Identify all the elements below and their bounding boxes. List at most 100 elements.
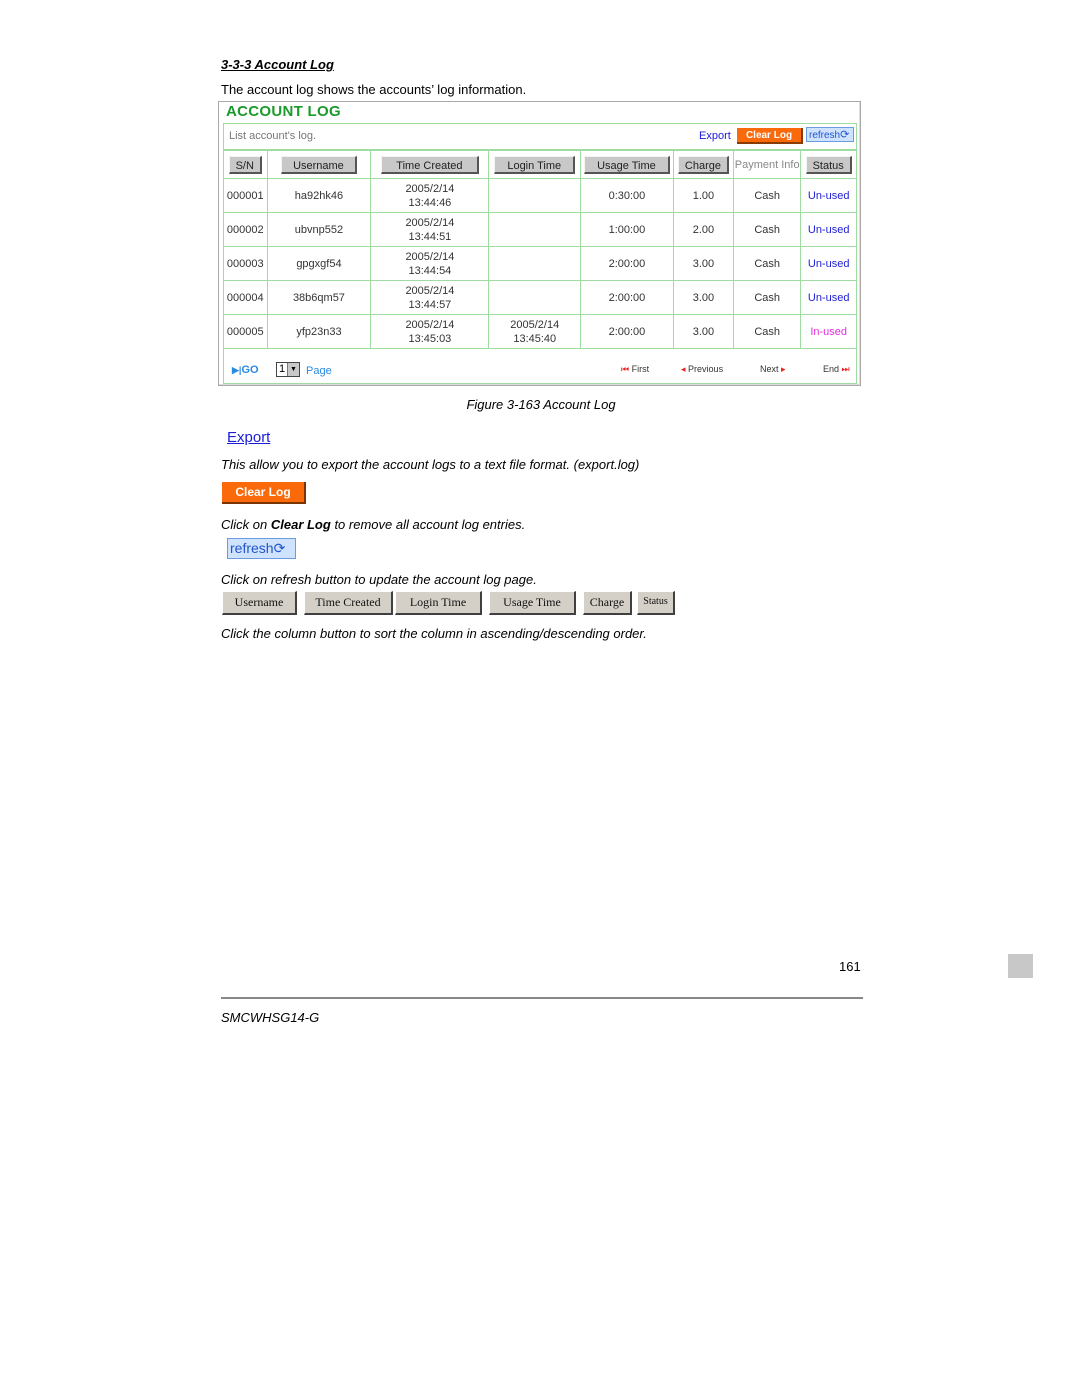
previous-page-link[interactable]: ◂ Previous — [681, 364, 723, 375]
end-label: End — [823, 364, 840, 374]
cell-sn: 000002 — [224, 212, 268, 247]
cell-status[interactable]: Un-used — [800, 246, 856, 281]
cell-login-time: 2005/2/14 13:45:40 — [488, 314, 582, 349]
cell-payment: Cash — [733, 246, 802, 281]
sort-login-time-button[interactable]: Login Time — [494, 155, 576, 174]
cell-charge: 2.00 — [672, 212, 735, 247]
created-time: 13:45:03 — [408, 332, 452, 345]
cell-usage-time: 0:30:00 — [580, 178, 674, 213]
cell-charge: 1.00 — [672, 178, 735, 213]
table-row: 000003 gpgxgf54 2005/2/14 13:44:54 2:00:0… — [224, 246, 856, 281]
sort-usage-time-button[interactable]: Usage Time — [584, 155, 670, 174]
page-number: 161 — [839, 959, 861, 974]
previous-icon: ◂ — [681, 364, 686, 374]
export-description: This allow you to export the account log… — [221, 457, 640, 472]
refresh-button-example[interactable]: refresh⟳ — [227, 538, 296, 559]
created-time: 13:44:51 — [408, 230, 452, 243]
created-time: 13:44:54 — [408, 264, 452, 277]
cell-username: 38b6qm57 — [266, 280, 372, 315]
page-select[interactable]: 1 ▼ — [276, 362, 300, 377]
sort-charge-button[interactable]: Charge — [677, 155, 729, 174]
page-label: Page — [306, 365, 332, 377]
sort-username-example[interactable]: Username — [222, 591, 297, 615]
cell-sn: 000003 — [224, 246, 268, 281]
cell-sn: 000004 — [224, 280, 268, 315]
cell-status[interactable]: Un-used — [800, 280, 856, 315]
cell-charge: 3.00 — [672, 314, 735, 349]
dropdown-arrow-icon: ▼ — [287, 363, 299, 376]
export-link-example[interactable]: Export — [227, 429, 270, 446]
created-date: 2005/2/14 — [405, 318, 455, 331]
sort-username-button[interactable]: Username — [281, 155, 357, 174]
intro-text: The account log shows the accounts’ log … — [221, 82, 527, 97]
clear-desc-suffix: to remove all account log entries. — [330, 517, 526, 532]
export-link[interactable]: Export — [699, 130, 731, 142]
cell-usage-time: 2:00:00 — [580, 246, 674, 281]
side-tab-marker — [1008, 954, 1033, 978]
created-date: 2005/2/14 — [405, 182, 455, 195]
clear-log-description: Click on Clear Log to remove all account… — [221, 517, 525, 532]
cell-payment: Cash — [733, 212, 802, 247]
sort-sn-button[interactable]: S/N — [228, 155, 262, 174]
pager: ▶|GO 1 ▼ Page ⏮ First ◂ Previous Next ▸ E… — [224, 358, 856, 383]
table-header-row: S/N Username Time Created Login Time Usa… — [224, 150, 856, 179]
first-icon: ⏮ — [621, 364, 630, 374]
cell-payment: Cash — [733, 314, 802, 349]
cell-status[interactable]: In-used — [800, 314, 856, 349]
table-row: 000004 38b6qm57 2005/2/14 13:44:57 2:00:0… — [224, 280, 856, 315]
created-time: 13:44:57 — [408, 298, 452, 311]
cell-time-created: 2005/2/14 13:44:54 — [370, 246, 490, 281]
toolbar-description: List account's log. — [229, 130, 317, 142]
sort-usage-time-example[interactable]: Usage Time — [489, 591, 576, 615]
cell-status[interactable]: Un-used — [800, 212, 856, 247]
refresh-icon: ⟳ — [273, 540, 286, 556]
cell-charge: 3.00 — [672, 280, 735, 315]
sort-description: Click the column button to sort the colu… — [221, 626, 647, 641]
payment-info-header: Payment Info — [734, 158, 800, 171]
created-date: 2005/2/14 — [405, 216, 455, 229]
end-page-link[interactable]: End ⏭ — [823, 364, 850, 375]
sort-status-button[interactable]: Status — [805, 155, 852, 174]
login-date: 2005/2/14 — [510, 318, 560, 331]
previous-label: Previous — [688, 364, 724, 374]
account-log-table: S/N Username Time Created Login Time Usa… — [224, 150, 856, 349]
go-button[interactable]: ▶|GO — [232, 364, 259, 376]
cell-time-created: 2005/2/14 13:44:46 — [370, 178, 490, 213]
cell-usage-time: 2:00:00 — [580, 280, 674, 315]
created-date: 2005/2/14 — [405, 250, 455, 263]
end-icon: ⏭ — [841, 364, 850, 374]
footer-rule — [221, 997, 863, 999]
account-log-figure: ACCOUNT LOG List account's log. Export C… — [218, 101, 861, 386]
sort-login-time-example[interactable]: Login Time — [395, 591, 482, 615]
first-page-link[interactable]: ⏮ First — [621, 364, 649, 375]
sort-status-example[interactable]: Status — [637, 591, 675, 615]
sort-time-created-example[interactable]: Time Created — [304, 591, 393, 615]
cell-login-time — [488, 178, 582, 213]
table-row: 000001 ha92hk46 2005/2/14 13:44:46 0:30:0… — [224, 178, 856, 213]
refresh-button[interactable]: refresh⟳ — [806, 127, 854, 142]
sort-time-created-button[interactable]: Time Created — [381, 155, 479, 174]
sort-charge-example[interactable]: Charge — [583, 591, 632, 615]
cell-username: ha92hk46 — [266, 178, 372, 213]
sort-buttons-example: Username Time Created Login Time Usage T… — [222, 591, 682, 615]
figure-caption-text: Figure 3-163 Account Log — [466, 397, 616, 412]
next-page-link[interactable]: Next ▸ — [760, 364, 786, 375]
first-label: First — [631, 364, 650, 374]
clear-log-button-example[interactable]: Clear Log — [222, 482, 306, 504]
account-log-heading: ACCOUNT LOG — [226, 103, 341, 120]
cell-sn: 000001 — [224, 178, 268, 213]
account-log-panel: List account's log. Export Clear Log ref… — [223, 123, 857, 384]
cell-login-time — [488, 246, 582, 281]
login-time: 13:45:40 — [513, 332, 557, 345]
refresh-icon: ⟳ — [840, 129, 850, 141]
cell-status[interactable]: Un-used — [800, 178, 856, 213]
table-row: 000005 yfp23n33 2005/2/14 13:45:03 2005/2… — [224, 314, 856, 349]
cell-time-created: 2005/2/14 13:45:03 — [370, 314, 490, 349]
cell-login-time — [488, 280, 582, 315]
clear-log-button[interactable]: Clear Log — [737, 128, 803, 144]
cell-username: ubvnp552 — [266, 212, 372, 247]
cell-payment: Cash — [733, 178, 802, 213]
toolbar: List account's log. Export Clear Log ref… — [224, 124, 856, 150]
cell-time-created: 2005/2/14 13:44:57 — [370, 280, 490, 315]
cell-usage-time: 2:00:00 — [580, 314, 674, 349]
